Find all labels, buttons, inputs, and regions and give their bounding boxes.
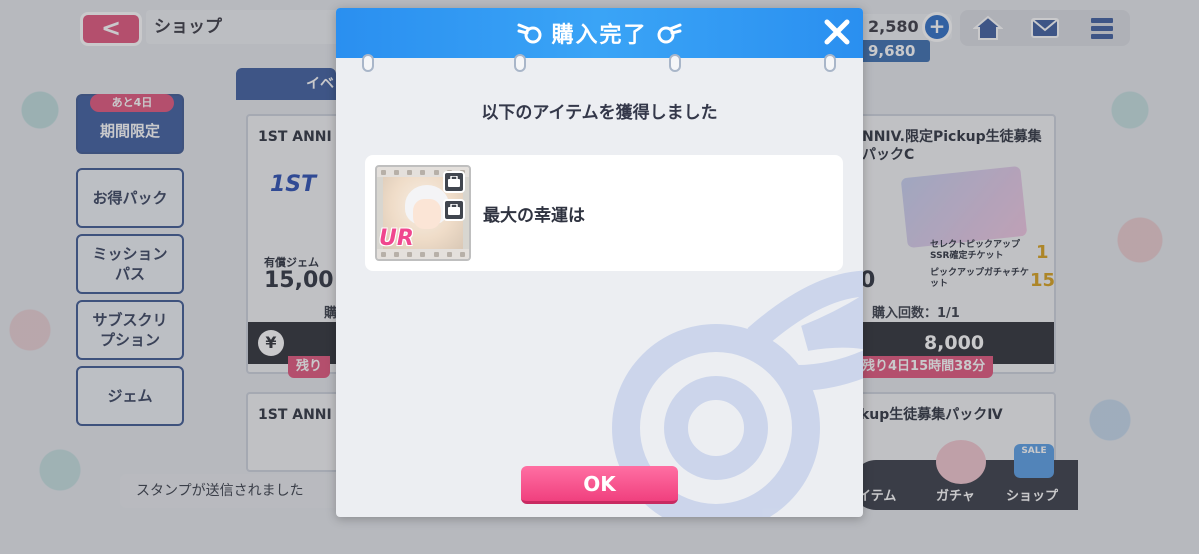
close-button[interactable]	[819, 14, 855, 50]
binder-ring	[362, 54, 374, 72]
dialog-header: 購入完了	[336, 8, 863, 58]
inventory-icon	[443, 199, 465, 221]
ok-button[interactable]: OK	[521, 466, 678, 504]
rarity-badge: UR	[379, 226, 414, 251]
reward-item: UR 最大の幸運は	[365, 155, 843, 271]
wing-right-icon	[657, 23, 681, 44]
binder-ring	[514, 54, 526, 72]
purchase-complete-dialog: 購入完了 以下のアイテムを獲得しました UR 最大の幸運は OK	[336, 8, 863, 517]
close-icon	[824, 19, 850, 45]
item-thumbnail[interactable]: UR	[375, 165, 471, 261]
item-name: 最大の幸運は	[483, 206, 585, 226]
wing-left-icon	[517, 23, 542, 44]
inventory-icon	[443, 171, 465, 193]
binder-ring	[824, 54, 836, 72]
dialog-title: 購入完了	[551, 23, 648, 48]
binder-ring	[669, 54, 681, 72]
dialog-message: 以下のアイテムを獲得しました	[481, 103, 718, 123]
